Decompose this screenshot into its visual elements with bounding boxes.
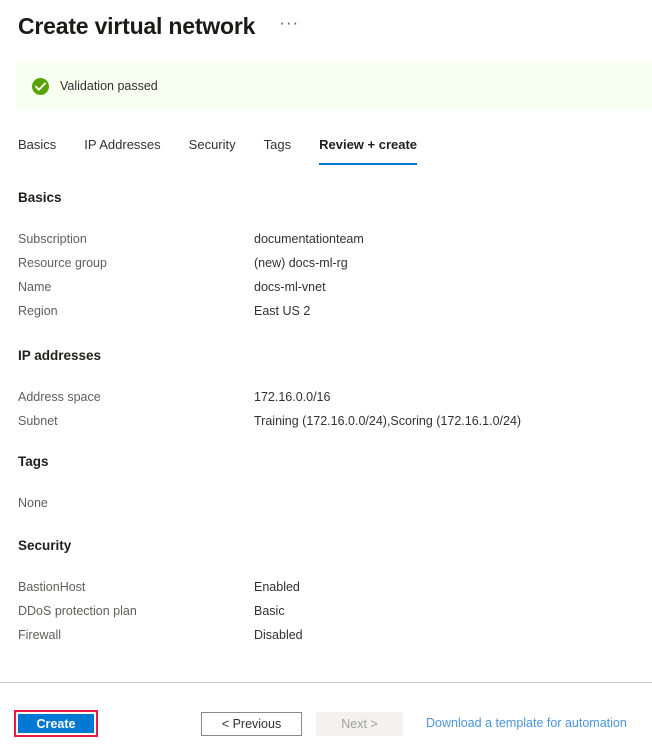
row-key: DDoS protection plan <box>18 604 137 618</box>
tab-security[interactable]: Security <box>189 136 236 165</box>
row-region: Region East US 2 <box>0 304 652 328</box>
section-title-basics: Basics <box>18 190 62 205</box>
section-title-security: Security <box>18 538 72 553</box>
check-circle-icon <box>32 77 49 95</box>
page-title: Create virtual network <box>18 13 256 39</box>
section-ip-addresses: IP addresses Address space 172.16.0.0/16… <box>0 348 652 438</box>
row-key: Region <box>18 304 58 318</box>
row-key: Resource group <box>18 256 107 270</box>
section-tags: Tags None <box>0 454 652 510</box>
section-security: Security BastionHost Enabled DDoS protec… <box>0 538 652 652</box>
row-value: Basic <box>254 604 285 618</box>
row-subnet: Subnet Training (172.16.0.0/24),Scoring … <box>0 414 652 438</box>
tab-review-create[interactable]: Review + create <box>319 136 418 165</box>
row-key: Address space <box>18 390 101 404</box>
tab-basics[interactable]: Basics <box>18 136 56 165</box>
row-ddos-protection-plan: DDoS protection plan Basic <box>0 604 652 628</box>
section-title-tags: Tags <box>18 454 49 469</box>
page-header: Create virtual network ··· <box>0 0 652 52</box>
tab-ip-addresses[interactable]: IP Addresses <box>84 136 160 165</box>
tags-empty-text: None <box>18 496 48 510</box>
row-value: documentationteam <box>254 232 364 246</box>
more-options-icon[interactable]: ··· <box>273 14 305 38</box>
row-key: Firewall <box>18 628 62 642</box>
row-value: 172.16.0.0/16 <box>254 390 331 404</box>
previous-button[interactable]: < Previous <box>201 712 302 736</box>
row-key: Subnet <box>18 414 58 428</box>
section-basics: Basics Subscription documentationteam Re… <box>0 190 652 328</box>
row-bastion-host: BastionHost Enabled <box>0 580 652 604</box>
create-button[interactable]: Create <box>18 714 94 733</box>
next-button: Next > <box>316 712 403 736</box>
section-title-ip-addresses: IP addresses <box>18 348 102 363</box>
row-subscription: Subscription documentationteam <box>0 232 652 256</box>
tab-tags[interactable]: Tags <box>264 136 291 165</box>
validation-message: Validation passed <box>60 79 158 93</box>
row-key: Name <box>18 280 52 294</box>
tab-bar: Basics IP Addresses Security Tags Review… <box>18 136 638 170</box>
row-resource-group: Resource group (new) docs-ml-rg <box>0 256 652 280</box>
row-value: Disabled <box>254 628 303 642</box>
row-value: Training (172.16.0.0/24),Scoring (172.16… <box>254 414 522 428</box>
row-value: docs-ml-vnet <box>254 280 326 294</box>
row-address-space: Address space 172.16.0.0/16 <box>0 390 652 414</box>
row-firewall: Firewall Disabled <box>0 628 652 652</box>
row-value: (new) docs-ml-rg <box>254 256 348 270</box>
create-button-highlight: Create <box>14 710 98 737</box>
row-name: Name docs-ml-vnet <box>0 280 652 304</box>
row-key: BastionHost <box>18 580 86 594</box>
row-value: East US 2 <box>254 304 311 318</box>
download-template-link[interactable]: Download a template for automation <box>426 716 627 730</box>
validation-banner: Validation passed <box>16 62 652 110</box>
row-value: Enabled <box>254 580 300 594</box>
row-key: Subscription <box>18 232 87 246</box>
